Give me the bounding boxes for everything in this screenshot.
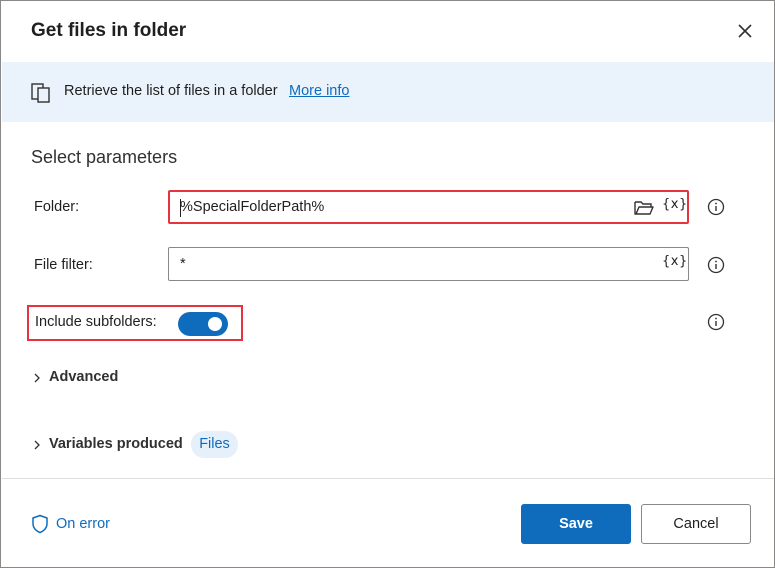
section-title: Select parameters [31, 147, 178, 167]
info-banner: Retrieve the list of files in a folder M… [2, 62, 774, 122]
advanced-label: Advanced [49, 369, 119, 385]
more-info-link[interactable]: More info [289, 83, 349, 99]
save-button[interactable]: Save [521, 504, 631, 544]
folder-variable-button[interactable]: {x} [662, 197, 688, 212]
folder-label: Folder: [34, 199, 80, 215]
chevron-right-icon [34, 373, 40, 383]
footer-divider [2, 478, 774, 479]
info-icon[interactable] [707, 313, 725, 331]
toggle-knob [208, 317, 222, 331]
include-subfolders-label: Include subfolders: [35, 314, 157, 330]
variables-produced-label: Variables produced [49, 436, 183, 452]
banner-text: Retrieve the list of files in a folder [64, 83, 278, 99]
cancel-button[interactable]: Cancel [641, 504, 751, 544]
text-caret [180, 199, 181, 217]
file-filter-variable-button[interactable]: {x} [662, 254, 688, 269]
info-icon[interactable] [707, 256, 725, 274]
chevron-right-icon [34, 440, 40, 450]
include-subfolders-toggle[interactable] [178, 312, 228, 336]
folder-input-value: %SpecialFolderPath% [180, 199, 325, 215]
include-subfolders-row: Include subfolders: [27, 305, 243, 341]
variable-chip-files[interactable]: Files [191, 431, 238, 458]
file-filter-input[interactable]: * {x} [168, 247, 689, 281]
get-files-dialog: Get files in folder Retrieve the list of… [0, 0, 775, 568]
document-info-icon [31, 83, 50, 103]
shield-icon [32, 514, 48, 534]
folder-open-icon[interactable] [633, 198, 655, 218]
folder-input[interactable]: %SpecialFolderPath% {x} [168, 190, 689, 224]
file-filter-input-value: * [180, 256, 186, 272]
dialog-title: Get files in folder [31, 20, 187, 41]
close-icon[interactable] [734, 20, 756, 42]
info-icon[interactable] [707, 198, 725, 216]
file-filter-label: File filter: [34, 257, 93, 273]
on-error-label: On error [56, 516, 110, 532]
